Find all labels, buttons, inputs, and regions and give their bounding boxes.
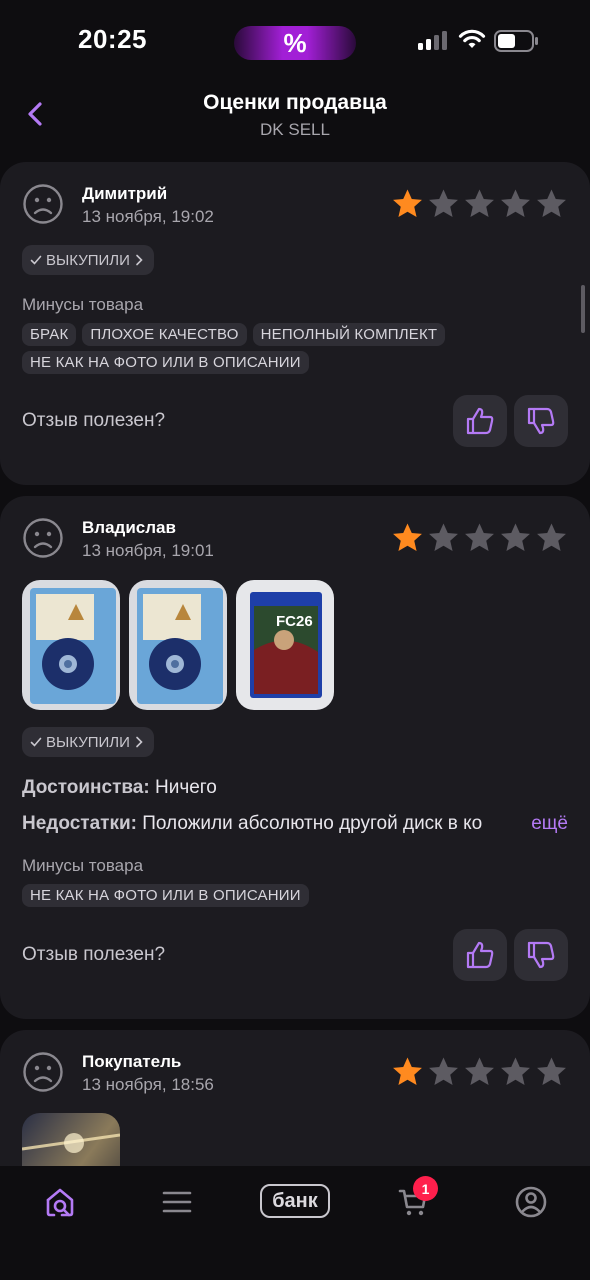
review-author: Покупатель bbox=[82, 1052, 182, 1071]
star-filled-icon bbox=[393, 189, 422, 217]
minuses-label: Минусы товара bbox=[22, 856, 144, 875]
purchased-chip[interactable]: ВЫКУПИЛИ bbox=[22, 727, 154, 757]
purchased-chip[interactable]: ВЫКУПИЛИ bbox=[22, 245, 154, 275]
star-empty-icon bbox=[429, 189, 458, 217]
page-title: Оценки продавца bbox=[203, 91, 387, 114]
star-empty-icon bbox=[501, 523, 530, 551]
thumbs-up-button[interactable] bbox=[453, 395, 507, 447]
star-empty-icon bbox=[465, 523, 494, 551]
nav-profile[interactable] bbox=[511, 1182, 551, 1222]
status-bar: 20:25 % bbox=[0, 0, 590, 80]
minuses-label: Минусы товара bbox=[22, 295, 144, 314]
star-filled-icon bbox=[393, 1057, 422, 1085]
tag: НЕ КАК НА ФОТО ИЛИ В ОПИСАНИИ bbox=[22, 351, 309, 374]
wifi-icon bbox=[458, 29, 486, 48]
game-disc-photo bbox=[22, 580, 120, 710]
game-disc-photo bbox=[129, 580, 227, 710]
star-empty-icon bbox=[537, 523, 566, 551]
status-time: 20:25 bbox=[78, 24, 147, 54]
cellular-signal-icon bbox=[418, 31, 447, 50]
cart-badge: 1 bbox=[413, 1176, 438, 1201]
tag: ПЛОХОЕ КАЧЕСТВО bbox=[82, 323, 247, 346]
review-card: Владислав 13 ноября, 19:01 FC26 ВЫКУПИЛИ… bbox=[0, 496, 590, 1019]
star-empty-icon bbox=[429, 523, 458, 551]
menu-icon bbox=[162, 1191, 192, 1213]
helpful-label: Отзыв полезен? bbox=[22, 944, 166, 965]
minus-tags: БРАК ПЛОХОЕ КАЧЕСТВО НЕПОЛНЫЙ КОМПЛЕКТ Н… bbox=[22, 323, 568, 374]
review-photo[interactable] bbox=[129, 580, 227, 710]
thumbs-down-icon bbox=[527, 407, 555, 435]
tag: НЕПОЛНЫЙ КОМПЛЕКТ bbox=[252, 323, 446, 346]
nav-catalog[interactable] bbox=[157, 1182, 197, 1222]
tag: БРАК bbox=[22, 323, 77, 346]
thumbs-up-icon bbox=[466, 407, 494, 435]
star-filled-icon bbox=[393, 523, 422, 551]
star-empty-icon bbox=[465, 189, 494, 217]
nav-bank[interactable]: банк bbox=[260, 1184, 330, 1218]
cons-text: Положили абсолютно другой диск в ко bbox=[142, 813, 483, 834]
cons-line: Недостатки: Положили абсолютно другой ди… bbox=[22, 813, 528, 835]
thumbs-down-button[interactable] bbox=[514, 929, 568, 981]
star-empty-icon bbox=[465, 1057, 494, 1085]
avatar-icon bbox=[23, 1052, 63, 1092]
chevron-right-icon bbox=[136, 254, 143, 266]
thumbs-up-icon bbox=[466, 941, 494, 969]
thumbs-down-button[interactable] bbox=[514, 395, 568, 447]
purchased-label: ВЫКУПИЛИ bbox=[46, 251, 130, 269]
pros-text: Ничего bbox=[154, 777, 217, 798]
thumbs-up-button[interactable] bbox=[453, 929, 507, 981]
star-empty-icon bbox=[501, 189, 530, 217]
helpful-label: Отзыв полезен? bbox=[22, 410, 166, 431]
rating-stars bbox=[391, 1055, 568, 1088]
tag: НЕ КАК НА ФОТО ИЛИ В ОПИСАНИИ bbox=[22, 884, 309, 907]
star-empty-icon bbox=[537, 189, 566, 217]
more-link[interactable]: ещё bbox=[531, 813, 568, 835]
promo-pill[interactable]: % bbox=[234, 26, 356, 60]
purchased-label: ВЫКУПИЛИ bbox=[46, 733, 130, 751]
game-box-photo: FC26 bbox=[236, 580, 334, 710]
check-icon bbox=[30, 255, 42, 265]
profile-icon bbox=[515, 1186, 547, 1218]
review-date: 13 ноября, 18:56 bbox=[82, 1075, 214, 1094]
cons-label: Недостатки: bbox=[22, 813, 137, 834]
review-date: 13 ноября, 19:02 bbox=[82, 207, 214, 226]
avatar-icon bbox=[23, 184, 63, 224]
nav-home-search[interactable] bbox=[40, 1182, 80, 1222]
star-empty-icon bbox=[537, 1057, 566, 1085]
chevron-right-icon bbox=[136, 736, 143, 748]
review-photo[interactable]: FC26 bbox=[236, 580, 334, 710]
rating-stars bbox=[391, 187, 568, 220]
rating-stars bbox=[391, 521, 568, 554]
check-icon bbox=[30, 737, 42, 747]
star-empty-icon bbox=[501, 1057, 530, 1085]
game-title-text: FC26 bbox=[276, 613, 313, 630]
star-empty-icon bbox=[429, 1057, 458, 1085]
home-search-icon bbox=[46, 1188, 74, 1217]
review-card: Димитрий 13 ноября, 19:02 ВЫКУПИЛИ Минус… bbox=[0, 162, 590, 485]
review-photo[interactable] bbox=[22, 580, 120, 710]
pros-line: Достоинства: Ничего bbox=[22, 777, 568, 799]
review-date: 13 ноября, 19:01 bbox=[82, 541, 214, 560]
seller-name: DK SELL bbox=[260, 120, 330, 139]
review-author: Димитрий bbox=[82, 184, 168, 203]
text-fade bbox=[490, 813, 530, 839]
minus-tags: НЕ КАК НА ФОТО ИЛИ В ОПИСАНИИ bbox=[22, 884, 568, 907]
thumbs-down-icon bbox=[527, 941, 555, 969]
avatar-icon bbox=[23, 518, 63, 558]
pros-label: Достоинства: bbox=[22, 777, 150, 798]
battery-icon bbox=[494, 30, 538, 52]
bottom-nav: банк 1 bbox=[0, 1166, 590, 1280]
page-header: Оценки продавца DK SELL bbox=[0, 80, 590, 152]
scrollbar[interactable] bbox=[581, 285, 585, 333]
review-author: Владислав bbox=[82, 518, 176, 537]
